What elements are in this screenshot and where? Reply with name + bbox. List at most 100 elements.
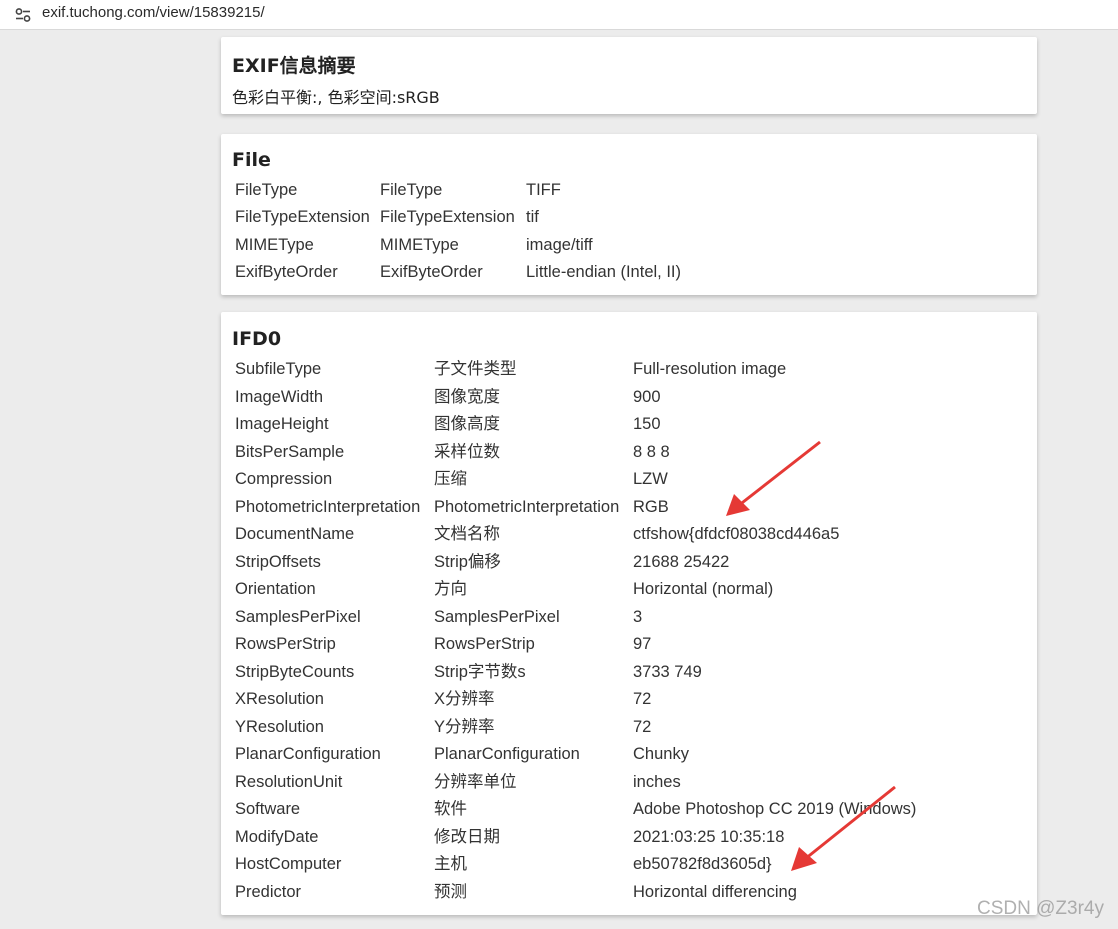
- ifd0-value-cell: Horizontal differencing: [633, 882, 797, 901]
- summary-title: EXIF信息摘要: [232, 55, 356, 77]
- ifd0-table-row: SubfileType 子文件类型 Full-resolution image: [221, 356, 1037, 383]
- ifd0-label-cell: 压缩: [434, 470, 467, 488]
- ifd0-table-row: ImageHeight 图像高度 150: [221, 411, 1037, 438]
- ifd0-table-row: Compression 压缩 LZW: [221, 466, 1037, 493]
- ifd0-label-cell: PlanarConfiguration: [434, 745, 580, 763]
- file-label-cell: FileTypeExtension: [380, 208, 515, 227]
- ifd0-label-cell: X分辨率: [434, 690, 495, 708]
- ifd0-table-row: XResolution X分辨率 72: [221, 686, 1037, 713]
- ifd0-label-cell: Y分辨率: [434, 717, 495, 736]
- ifd0-label-cell: 软件: [434, 800, 467, 818]
- ifd0-table-row: SamplesPerPixel SamplesPerPixel 3: [221, 604, 1037, 631]
- ifd0-tag-cell: Orientation: [235, 580, 316, 598]
- ifd0-table-row: Software 软件 Adobe Photoshop CC 2019 (Windo…: [221, 796, 1037, 823]
- ifd0-value-cell: Adobe Photoshop CC 2019 (Windows): [633, 800, 917, 818]
- ifd0-table-row: HostComputer 主机 eb50782f8d3605d}: [221, 851, 1037, 878]
- file-table-row: MIMEType MIMEType image/tiff: [221, 232, 1037, 259]
- summary-text: 色彩白平衡:, 色彩空间:sRGB: [232, 88, 440, 107]
- ifd0-label-cell: 采样位数: [434, 442, 500, 461]
- ifd0-tag-cell: HostComputer: [235, 855, 342, 873]
- ifd0-table-row: Predictor 预测 Horizontal differencing: [221, 879, 1037, 906]
- ifd0-label-cell: Strip偏移: [434, 552, 501, 571]
- address-bar[interactable]: exif.tuchong.com/view/15839215/: [0, 0, 1118, 30]
- ifd0-value-cell: 72: [633, 717, 652, 736]
- ifd0-tag-cell: RowsPerStrip: [235, 635, 336, 653]
- ifd0-table-row: StripOffsets Strip偏移 21688 25422: [221, 549, 1037, 576]
- ifd0-value-cell: RGB: [633, 497, 669, 516]
- ifd0-label-cell: 分辨率单位: [434, 772, 517, 791]
- ifd0-tag-cell: ImageHeight: [235, 415, 329, 433]
- ifd0-table-row: RowsPerStrip RowsPerStrip 97: [221, 631, 1037, 658]
- ifd0-value-cell: 900: [633, 387, 661, 406]
- ifd0-value-cell: 2021:03:25 10:35:18: [633, 827, 785, 846]
- ifd0-label-cell: 主机: [434, 855, 467, 873]
- exif-summary-card: EXIF信息摘要 色彩白平衡:, 色彩空间:sRGB: [221, 37, 1037, 114]
- ifd0-tag-cell: Software: [235, 800, 301, 818]
- ifd0-label-cell: 图像高度: [434, 415, 500, 433]
- tune-icon[interactable]: [14, 7, 32, 23]
- ifd0-label-cell: 预测: [434, 882, 467, 901]
- ifd0-value-cell: 3: [633, 607, 643, 626]
- ifd0-tag-cell: ResolutionUnit: [235, 772, 343, 791]
- ifd0-value-cell: 8 8 8: [633, 442, 670, 461]
- ifd0-value-cell: 150: [633, 415, 661, 433]
- ifd0-table-row: ResolutionUnit 分辨率单位 inches: [221, 769, 1037, 796]
- ifd0-table-row: ModifyDate 修改日期 2021:03:25 10:35:18: [221, 824, 1037, 851]
- ifd0-tag-cell: XResolution: [235, 690, 324, 708]
- ifd0-section-title: IFD0: [232, 328, 282, 350]
- ifd0-label-cell: PhotometricInterpretation: [434, 497, 620, 516]
- url-text[interactable]: exif.tuchong.com/view/15839215/: [42, 4, 265, 21]
- ifd0-value-cell: 97: [633, 635, 652, 653]
- ifd0-value-cell: 21688 25422: [633, 552, 730, 571]
- file-tag-cell: FileTypeExtension: [235, 208, 370, 227]
- file-table-row: FileTypeExtension FileTypeExtension tif: [221, 204, 1037, 231]
- ifd0-tag-cell: SamplesPerPixel: [235, 607, 361, 626]
- ifd0-label-cell: RowsPerStrip: [434, 635, 535, 653]
- file-value-cell: image/tiff: [526, 235, 593, 254]
- ifd0-value-cell: Horizontal (normal): [633, 580, 774, 598]
- ifd0-label-cell: SamplesPerPixel: [434, 607, 560, 626]
- ifd0-label-cell: 修改日期: [434, 827, 500, 846]
- ifd0-label-cell: Strip字节数s: [434, 662, 526, 681]
- ifd0-label-cell: 方向: [434, 580, 467, 598]
- file-label-cell: ExifByteOrder: [380, 262, 483, 281]
- ifd0-tag-cell: StripOffsets: [235, 552, 321, 571]
- file-section-title: File: [232, 149, 271, 171]
- ifd0-value-cell: 72: [633, 690, 652, 708]
- ifd0-tag-cell: YResolution: [235, 717, 324, 736]
- ifd0-label-cell: 文档名称: [434, 525, 500, 543]
- file-value-cell: Little-endian (Intel, II): [526, 262, 681, 281]
- ifd0-tag-cell: PhotometricInterpretation: [235, 497, 421, 516]
- ifd0-table-row: DocumentName 文档名称 ctfshow{dfdcf08038cd446a…: [221, 521, 1037, 548]
- ifd0-table-row: StripByteCounts Strip字节数s 3733 749: [221, 659, 1037, 686]
- file-tag-cell: MIMEType: [235, 235, 314, 254]
- ifd0-card: IFD0 SubfileType 子文件类型 Full-resolution ima…: [221, 312, 1037, 915]
- ifd0-value-cell: 3733 749: [633, 662, 702, 681]
- ifd0-tag-cell: StripByteCounts: [235, 662, 355, 681]
- ifd0-table-row: ImageWidth 图像宽度 900: [221, 384, 1037, 411]
- ifd0-tag-cell: DocumentName: [235, 525, 355, 543]
- file-label-cell: FileType: [380, 181, 443, 199]
- watermark: CSDN @Z3r4y: [977, 898, 1104, 919]
- ifd0-label-cell: 子文件类型: [434, 360, 517, 378]
- ifd0-tag-cell: ImageWidth: [235, 387, 324, 406]
- ifd0-tag-cell: Compression: [235, 470, 333, 488]
- file-tag-cell: ExifByteOrder: [235, 262, 338, 281]
- ifd0-value-cell: Chunky: [633, 745, 689, 763]
- ifd0-table-row: YResolution Y分辨率 72: [221, 714, 1037, 741]
- file-table-row: FileType FileType TIFF: [221, 177, 1037, 204]
- ifd0-tag-cell: BitsPerSample: [235, 442, 345, 461]
- ifd0-tag-cell: Predictor: [235, 882, 302, 901]
- ifd0-value-cell: eb50782f8d3605d}: [633, 855, 772, 873]
- ifd0-label-cell: 图像宽度: [434, 387, 500, 406]
- ifd0-value-cell: Full-resolution image: [633, 360, 787, 378]
- ifd0-value-cell: inches: [633, 772, 681, 791]
- ifd0-table-row: PlanarConfiguration PlanarConfiguration Ch…: [221, 741, 1037, 768]
- ifd0-table-row: BitsPerSample 采样位数 8 8 8: [221, 439, 1037, 466]
- ifd0-table-row: Orientation 方向 Horizontal (normal): [221, 576, 1037, 603]
- file-tag-cell: FileType: [235, 181, 298, 199]
- ifd0-tag-cell: PlanarConfiguration: [235, 745, 381, 763]
- ifd0-table-row: PhotometricInterpretation PhotometricInte…: [221, 494, 1037, 521]
- ifd0-value-cell: LZW: [633, 470, 668, 488]
- file-label-cell: MIMEType: [380, 235, 459, 254]
